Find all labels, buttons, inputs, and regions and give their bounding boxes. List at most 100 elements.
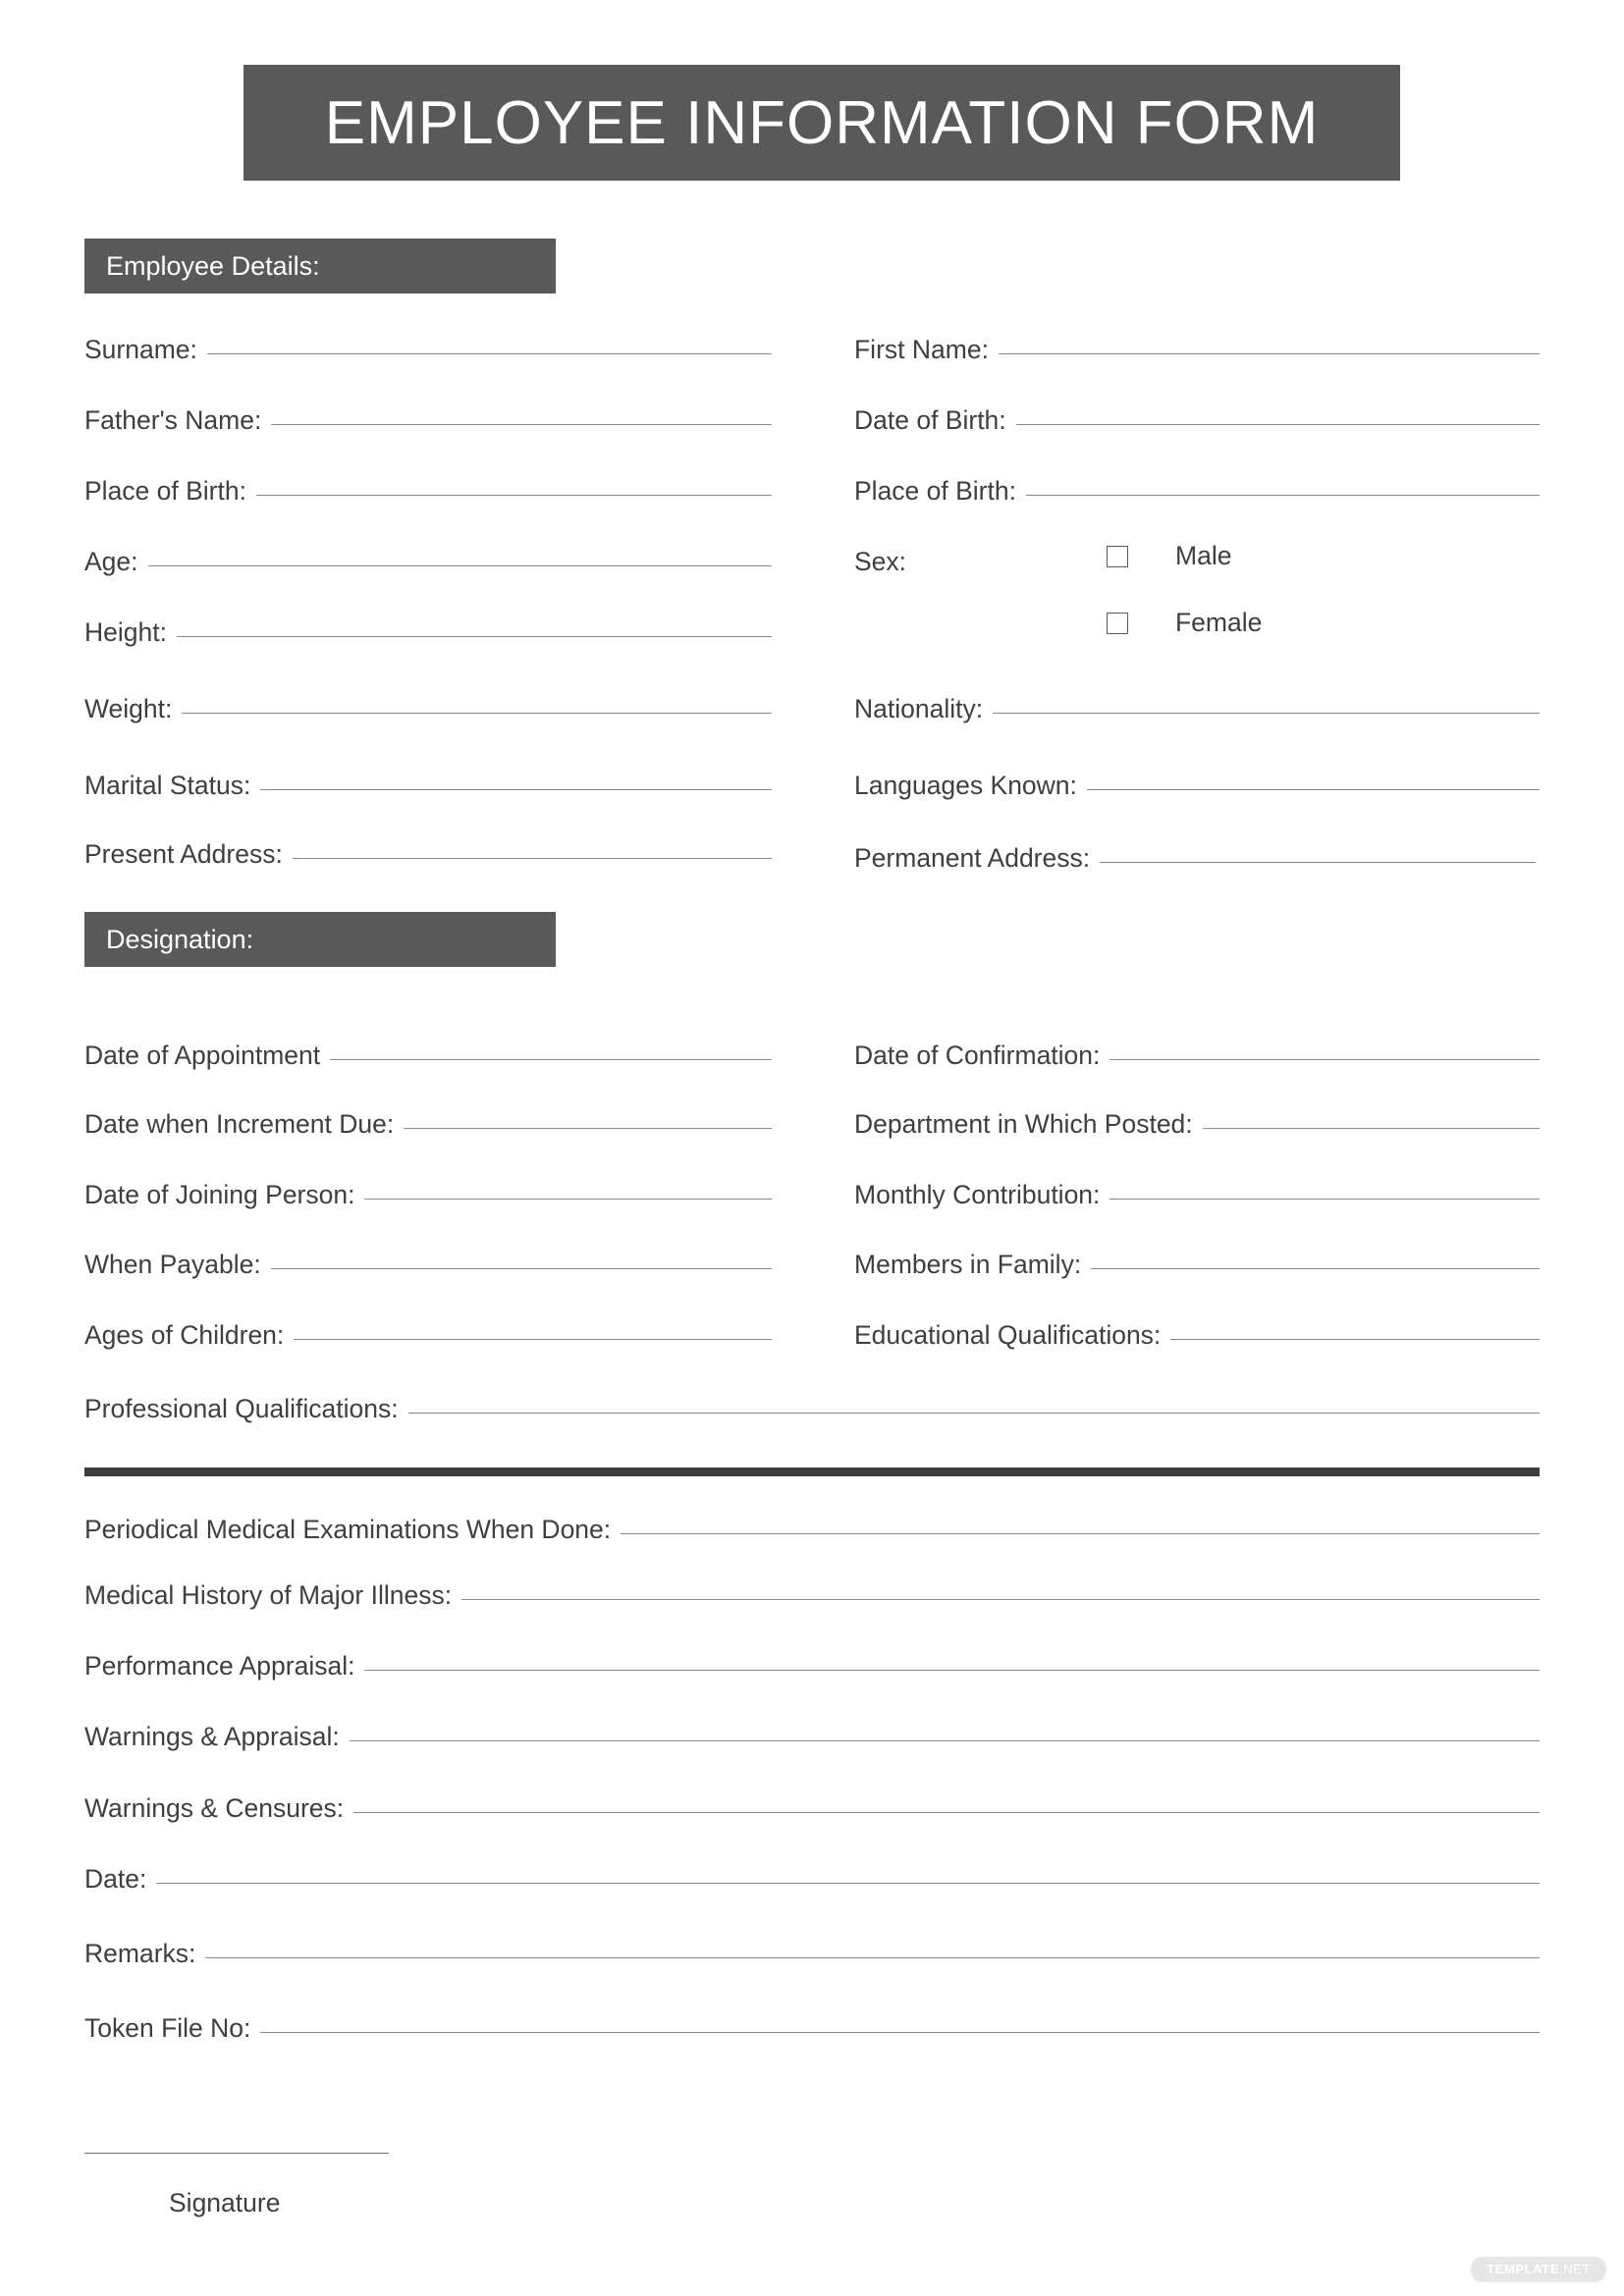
field-warnings-appraisal-input[interactable] [349,1740,1540,1741]
field-date[interactable]: Date: [84,1866,1540,1907]
field-permanent-address-label: Permanent Address: [854,843,1091,873]
field-place-of-birth-right[interactable]: Place of Birth: [854,478,1540,519]
field-date-increment-due[interactable]: Date when Increment Due: [84,1111,772,1152]
field-educational-qualifications[interactable]: Educational Qualifications: [854,1322,1540,1363]
field-periodical-medical-examinations[interactable]: Periodical Medical Examinations When Don… [84,1517,1540,1558]
field-nationality-input[interactable] [993,713,1540,714]
field-first-name-input[interactable] [998,353,1540,354]
field-languages-known[interactable]: Languages Known: [854,773,1540,814]
field-ages-of-children-label: Ages of Children: [84,1320,285,1350]
field-ages-of-children[interactable]: Ages of Children: [84,1322,772,1363]
field-weight-input[interactable] [182,713,772,714]
field-permanent-address-input[interactable] [1100,862,1536,863]
field-date-label: Date: [84,1864,147,1894]
field-first-name[interactable]: First Name: [854,337,1540,378]
field-professional-qualifications-label: Professional Qualifications: [84,1394,399,1423]
field-date-of-birth-input[interactable] [1015,424,1540,425]
field-nationality[interactable]: Nationality: [854,696,1540,737]
field-marital-status-label: Marital Status: [84,771,251,800]
watermark-suffix: .NET [1558,2262,1591,2276]
field-age[interactable]: Age: [84,549,772,590]
field-remarks[interactable]: Remarks: [84,1941,1540,1982]
field-educational-qualifications-input[interactable] [1170,1339,1540,1340]
field-members-in-family-label: Members in Family: [854,1250,1082,1279]
section-header-employee-details-label: Employee Details: [106,250,320,281]
field-age-input[interactable] [147,565,772,566]
field-monthly-contribution-label: Monthly Contribution: [854,1180,1101,1209]
field-marital-status-input[interactable] [260,789,772,790]
field-remarks-input[interactable] [205,1957,1540,1958]
field-when-payable-label: When Payable: [84,1250,261,1279]
field-date-of-appointment-input[interactable] [330,1059,772,1060]
field-date-of-confirmation-input[interactable] [1110,1059,1540,1060]
field-height[interactable]: Height: [84,619,772,661]
sex-option-male-label: Male [1175,541,1232,570]
field-date-of-appointment-label: Date of Appointment [84,1041,321,1070]
sex-option-female[interactable]: Female [1107,608,1262,638]
field-present-address-label: Present Address: [84,839,283,869]
field-warnings-appraisal[interactable]: Warnings & Appraisal: [84,1724,1540,1765]
field-ages-of-children-input[interactable] [294,1339,772,1340]
field-date-of-joining-person-input[interactable] [364,1199,772,1200]
page-title: EMPLOYEE INFORMATION FORM [324,88,1320,157]
field-height-input[interactable] [176,636,772,637]
field-place-of-birth-left[interactable]: Place of Birth: [84,478,772,519]
field-performance-appraisal-label: Performance Appraisal: [84,1651,355,1681]
field-performance-appraisal[interactable]: Performance Appraisal: [84,1653,1540,1694]
field-department-posted-label: Department in Which Posted: [854,1109,1193,1139]
field-token-file-no[interactable]: Token File No: [84,2015,1540,2056]
field-warnings-censures[interactable]: Warnings & Censures: [84,1795,1540,1837]
field-warnings-censures-input[interactable] [353,1812,1540,1813]
field-date-of-confirmation[interactable]: Date of Confirmation: [854,1042,1540,1084]
form-page: EMPLOYEE INFORMATION FORM Employee Detai… [0,0,1624,2296]
section-header-designation: Designation: [84,912,556,967]
field-place-of-birth-left-label: Place of Birth: [84,476,246,506]
field-place-of-birth-left-input[interactable] [255,495,772,496]
field-date-of-appointment[interactable]: Date of Appointment [84,1042,772,1084]
field-date-input[interactable] [156,1883,1540,1884]
section-divider [84,1468,1540,1476]
field-members-in-family[interactable]: Members in Family: [854,1252,1540,1293]
field-place-of-birth-right-input[interactable] [1025,495,1540,496]
field-weight[interactable]: Weight: [84,696,772,737]
field-age-label: Age: [84,547,138,576]
signature-line[interactable] [84,2153,389,2154]
field-monthly-contribution-input[interactable] [1110,1199,1540,1200]
field-medical-history-input[interactable] [461,1599,1540,1600]
field-surname[interactable]: Surname: [84,337,772,378]
field-date-of-birth-label: Date of Birth: [854,405,1006,435]
field-medical-history[interactable]: Medical History of Major Illness: [84,1582,1540,1624]
field-surname-input[interactable] [206,353,772,354]
field-date-of-joining-person-label: Date of Joining Person: [84,1180,355,1209]
sex-option-male[interactable]: Male [1107,541,1231,571]
field-educational-qualifications-label: Educational Qualifications: [854,1320,1162,1350]
checkbox-female-icon[interactable] [1107,612,1128,634]
field-professional-qualifications[interactable]: Professional Qualifications: [84,1396,1540,1437]
watermark-prefix: TEMPLATE [1487,2262,1559,2276]
field-permanent-address[interactable]: Permanent Address: [854,845,1536,886]
field-medical-history-label: Medical History of Major Illness: [84,1580,453,1610]
field-date-of-joining-person[interactable]: Date of Joining Person: [84,1182,772,1223]
field-professional-qualifications-input[interactable] [407,1413,1540,1414]
field-present-address-input[interactable] [292,858,772,859]
field-token-file-no-input[interactable] [260,2032,1540,2033]
field-languages-known-input[interactable] [1086,789,1540,790]
field-when-payable[interactable]: When Payable: [84,1252,772,1293]
field-department-posted[interactable]: Department in Which Posted: [854,1111,1540,1152]
sex-option-female-label: Female [1175,608,1263,637]
field-date-of-birth[interactable]: Date of Birth: [854,407,1540,449]
field-remarks-label: Remarks: [84,1939,196,1968]
field-marital-status[interactable]: Marital Status: [84,773,772,814]
field-department-posted-input[interactable] [1202,1128,1540,1129]
field-monthly-contribution[interactable]: Monthly Contribution: [854,1182,1540,1223]
field-date-increment-due-input[interactable] [404,1128,772,1129]
field-members-in-family-input[interactable] [1091,1268,1540,1269]
field-present-address[interactable]: Present Address: [84,841,772,882]
field-periodical-medical-examinations-input[interactable] [621,1533,1540,1534]
field-place-of-birth-right-label: Place of Birth: [854,476,1016,506]
field-performance-appraisal-input[interactable] [364,1670,1540,1671]
field-when-payable-input[interactable] [270,1268,772,1269]
field-fathers-name[interactable]: Father's Name: [84,407,772,449]
field-fathers-name-input[interactable] [271,424,772,425]
checkbox-male-icon[interactable] [1107,545,1128,567]
